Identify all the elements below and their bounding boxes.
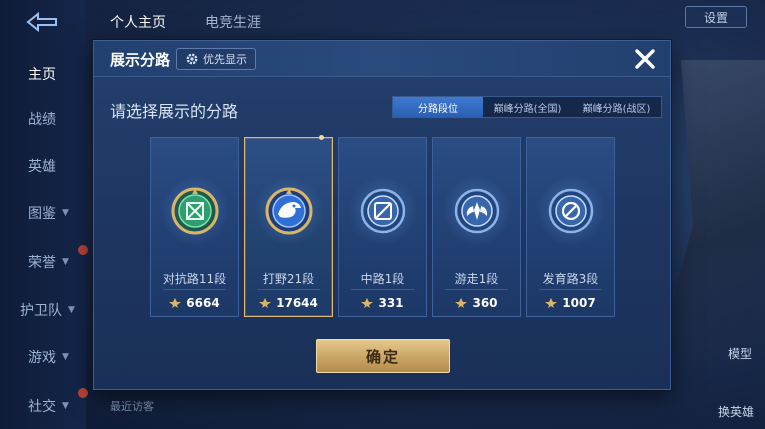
rank-label: 发育路3段 xyxy=(542,272,599,286)
selected-marker xyxy=(319,135,324,140)
lane-tabs: 分路段位 巅峰分路(全国) 巅峰分路(战区) xyxy=(392,96,662,118)
model-label[interactable]: 模型 xyxy=(728,345,752,362)
dragon-head-icon xyxy=(265,187,313,235)
score-value: 6664 xyxy=(186,296,220,310)
wings-icon xyxy=(454,188,500,234)
tab-peak-lane-region[interactable]: 巅峰分路(战区) xyxy=(572,97,661,117)
close-button[interactable] xyxy=(630,44,660,74)
rank-label: 打野21段 xyxy=(262,272,315,286)
score-row: 17644 xyxy=(245,296,332,310)
rank-score-icon xyxy=(361,298,374,308)
card-divider xyxy=(445,289,508,290)
chevron-down-icon: ▼ xyxy=(62,352,69,362)
rank-label: 中路1段 xyxy=(360,272,405,286)
left-navigation: 主页 战绩 英雄 图鉴 ▼ 荣誉 ▼ 护卫队 ▼ 游戏 ▼ 社交 ▼ xyxy=(0,0,88,429)
nav-item-heroes[interactable]: 英雄 xyxy=(0,154,86,178)
lane-card-roam[interactable]: 游走1段 360 xyxy=(432,137,521,317)
slash-square-icon xyxy=(360,188,406,234)
tab-lane-rank[interactable]: 分路段位 xyxy=(393,97,483,117)
score-row: 1007 xyxy=(527,296,614,310)
lane-card-top[interactable]: 对抗路11段 6664 xyxy=(150,137,239,317)
nav-item-home[interactable]: 主页 xyxy=(0,62,86,86)
rank-score-icon xyxy=(259,298,272,308)
rank-score-icon xyxy=(169,298,182,308)
modal-subtitle: 请选择展示的分路 xyxy=(110,102,239,121)
score-value: 360 xyxy=(472,296,498,310)
target-icon xyxy=(548,188,594,234)
tab-peak-lane-national[interactable]: 巅峰分路(全国) xyxy=(483,97,572,117)
lane-card-jungle[interactable]: 打野21段 17644 xyxy=(244,135,333,317)
notification-dot xyxy=(78,388,88,398)
card-divider xyxy=(539,289,602,290)
card-divider xyxy=(351,289,414,290)
chevron-down-icon: ▼ xyxy=(68,305,75,315)
chevron-down-icon: ▼ xyxy=(62,208,69,218)
settings-button[interactable]: 设置 xyxy=(685,6,747,28)
rank-label: 对抗路11段 xyxy=(162,272,227,286)
priority-display-button[interactable]: 优先显示 xyxy=(176,48,256,70)
score-row: 360 xyxy=(433,296,520,310)
card-divider xyxy=(257,289,320,290)
tab-personal-home[interactable]: 个人主页 xyxy=(110,12,166,32)
lane-display-modal: 展示分路 优先显示 请选择展示的分路 分路段位 巅峰分路(全国) 巅峰分路(战区… xyxy=(93,40,671,390)
score-value: 17644 xyxy=(276,296,318,310)
change-hero-label[interactable]: 换英雄 xyxy=(718,403,754,420)
tab-esports-career[interactable]: 电竞生涯 xyxy=(205,12,261,32)
rank-score-icon xyxy=(455,298,468,308)
chevron-down-icon: ▼ xyxy=(62,401,69,411)
nav-item-social[interactable]: 社交 ▼ xyxy=(0,394,86,418)
back-button[interactable] xyxy=(22,10,62,34)
chevron-down-icon: ▼ xyxy=(62,257,69,267)
modal-title: 展示分路 xyxy=(110,51,171,69)
nav-item-honor[interactable]: 荣誉 ▼ xyxy=(0,250,86,274)
crossed-swords-icon xyxy=(171,187,219,235)
back-arrow-icon xyxy=(26,11,57,33)
notification-dot xyxy=(78,245,88,255)
nav-item-games[interactable]: 游戏 ▼ xyxy=(0,345,86,369)
nav-item-collection[interactable]: 图鉴 ▼ xyxy=(0,201,86,225)
recent-visitors-label: 最近访客 xyxy=(110,400,154,413)
close-icon xyxy=(635,49,655,69)
gear-icon xyxy=(186,53,198,65)
confirm-button[interactable]: 确定 xyxy=(316,339,450,373)
score-value: 1007 xyxy=(562,296,596,310)
nav-item-guard-team[interactable]: 护卫队 ▼ xyxy=(0,298,86,322)
lane-card-bottom[interactable]: 发育路3段 1007 xyxy=(526,137,615,317)
card-divider xyxy=(163,289,226,290)
score-row: 6664 xyxy=(151,296,238,310)
rank-label: 游走1段 xyxy=(454,272,499,286)
score-value: 331 xyxy=(378,296,404,310)
modal-header: 展示分路 优先显示 xyxy=(94,41,670,77)
lane-card-mid[interactable]: 中路1段 331 xyxy=(338,137,427,317)
rank-score-icon xyxy=(545,298,558,308)
nav-item-records[interactable]: 战绩 xyxy=(0,107,86,131)
priority-display-label: 优先显示 xyxy=(203,53,247,66)
score-row: 331 xyxy=(339,296,426,310)
